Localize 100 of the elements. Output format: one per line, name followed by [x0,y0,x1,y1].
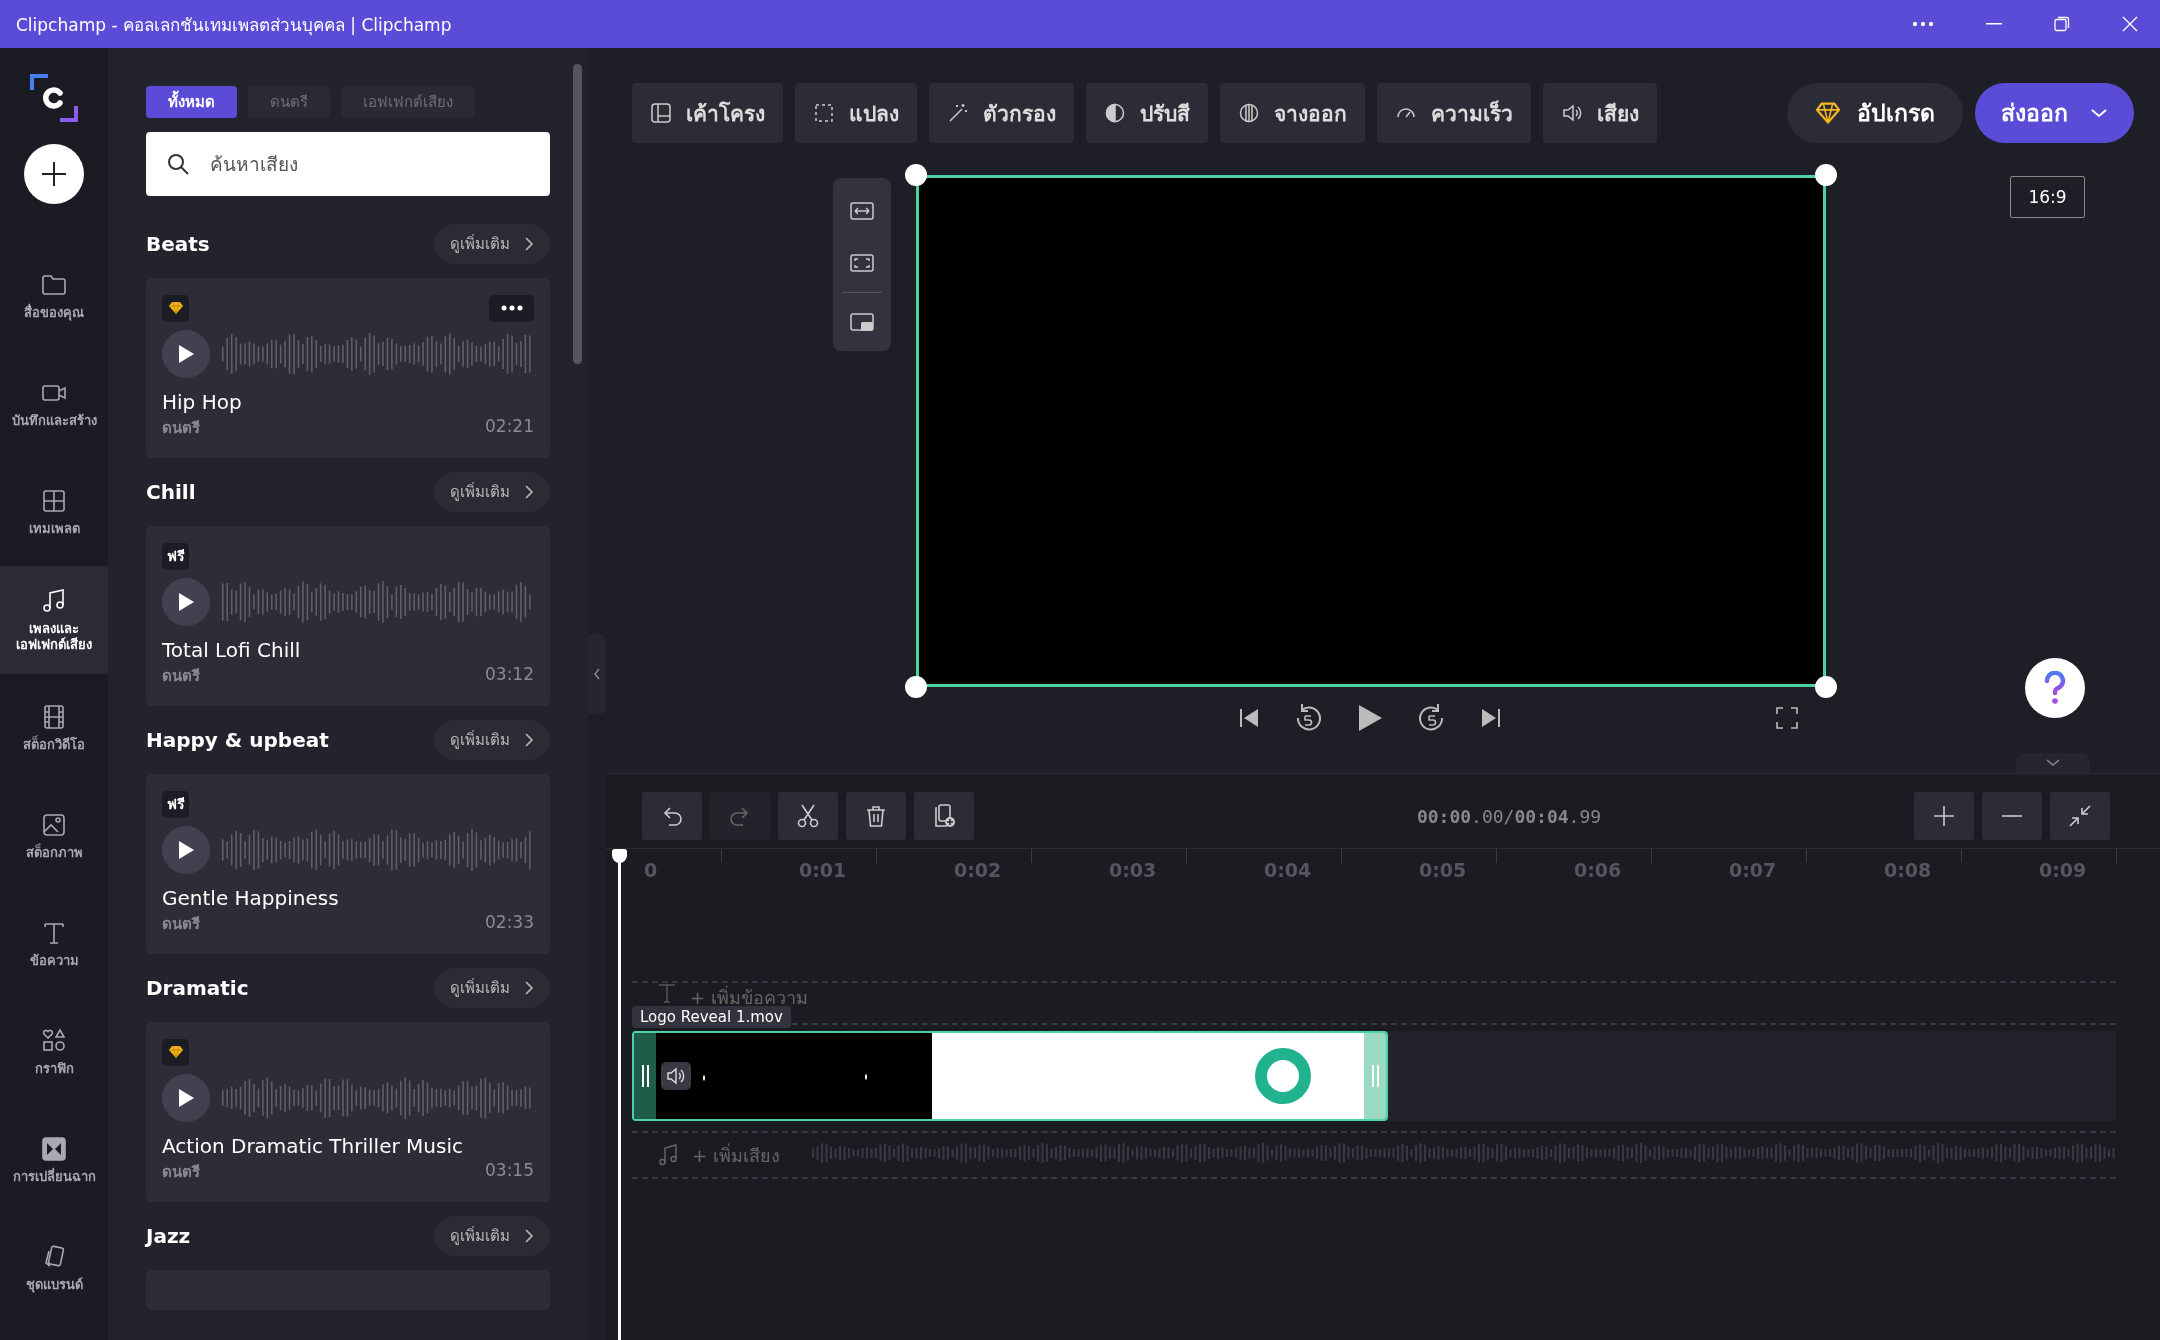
redo-icon [729,806,751,826]
fill-icon[interactable] [849,252,875,274]
ruler-label: 0:06 [1574,859,1622,881]
nav-item[interactable]: สื่อของคุณ [0,242,108,350]
more-icon[interactable] [1912,21,1934,27]
ruler-label: 0:03 [1109,859,1157,881]
zoom-in-button[interactable] [1914,792,1974,840]
track-card[interactable]: ฟรี Total Lofi Chill ดนตรี 03:12 [146,526,550,706]
play-button[interactable] [162,826,210,874]
search-field[interactable]: ค้นหาเสียง [146,132,550,196]
text-icon [658,983,676,1003]
ruler-label: 0:08 [1884,859,1932,881]
undo-button[interactable] [642,792,702,840]
nav-item[interactable]: ชุดแบรนด์ [0,1214,108,1322]
music-icon [658,1144,678,1166]
duplicate-button[interactable] [914,792,974,840]
logo-icon[interactable] [28,72,80,124]
split-button[interactable] [778,792,838,840]
play-icon[interactable] [1356,703,1384,733]
see-more-button[interactable]: ดูเพิ่มเติม [434,472,550,512]
track-card[interactable]: Hip Hop ดนตรี 02:21 [146,278,550,458]
track-duration: 02:21 [485,416,534,438]
section-title: Dramatic [146,976,249,1000]
diamond-icon [1815,102,1841,124]
track-card[interactable]: ฟรี Gentle Happiness ดนตรี 02:33 [146,774,550,954]
forward-5-icon[interactable] [1418,703,1446,733]
section-title: Beats [146,232,210,256]
play-icon [176,344,195,364]
resize-handle[interactable] [1815,164,1837,186]
trim-handle[interactable] [634,1033,656,1119]
section-title: Chill [146,480,196,504]
tool-button[interactable]: ความเร็ว [1377,83,1531,143]
volume-button[interactable] [661,1062,691,1090]
duplicate-icon [933,804,955,828]
collapse-arrows-icon [2069,805,2091,827]
play-button[interactable] [162,578,210,626]
nav-item[interactable]: สต็อกภาพ [0,782,108,890]
see-more-button[interactable]: ดูเพิ่มเติม [434,1216,550,1256]
nav-item[interactable]: เทมเพลต [0,458,108,566]
question-icon [2043,671,2067,705]
skip-back-icon[interactable] [1238,707,1260,729]
aspect-ratio-button[interactable]: 16:9 [2010,176,2085,218]
nav-item[interactable]: บันทึกและสร้าง [0,350,108,458]
track-duration: 03:15 [485,1160,534,1182]
window-title: Clipchamp - คอลเลกชันเทมเพลตส่วนบุคคล | Clipchamp [16,13,452,38]
tool-button[interactable]: ปรับสี [1086,83,1208,143]
resize-handle[interactable] [1815,676,1837,698]
resize-handle[interactable] [905,676,927,698]
ruler-label: 0 [644,859,658,881]
nav-item[interactable]: กราฟิก [0,998,108,1106]
trim-handle[interactable] [1364,1033,1386,1119]
see-more-button[interactable]: ดูเพิ่มเติม [434,224,550,264]
fullscreen-icon[interactable] [1776,707,1798,729]
close-icon[interactable] [2122,16,2138,32]
track-genre: ดนตรี [162,914,200,935]
rewind-5-icon[interactable] [1294,703,1322,733]
help-button[interactable] [2025,658,2085,718]
more-button[interactable] [489,294,534,322]
trash-icon [866,805,886,827]
skip-forward-icon[interactable] [1480,707,1502,729]
fit-timeline-button[interactable] [2050,792,2110,840]
see-more-button[interactable]: ดูเพิ่มเติม [434,720,550,760]
nav-label: สื่อของคุณ [23,305,85,321]
tool-button[interactable]: แปลง [795,83,917,143]
restore-icon[interactable] [2054,16,2070,32]
diamond-icon [167,1045,184,1059]
fade-icon [1238,102,1260,124]
chevron-down-icon [2046,759,2060,767]
play-button[interactable] [162,330,210,378]
color-icon [1104,102,1126,124]
fit-icon[interactable] [849,200,875,222]
tool-button[interactable]: จางออก [1220,83,1365,143]
tool-button[interactable]: เค้าโครง [632,83,783,143]
upgrade-button[interactable]: อัปเกรด [1787,83,1963,143]
nav-item[interactable]: การเปลี่ยนฉาก [0,1106,108,1214]
chevron-right-icon [524,1228,534,1244]
tool-button[interactable]: เสียง [1543,83,1657,143]
add-button[interactable] [24,144,84,204]
chevron-down-icon [2090,108,2108,118]
nav-item[interactable]: ข้อความ [0,890,108,998]
collapse-handle[interactable] [588,634,606,714]
nav-label: บันทึกและสร้าง [11,413,97,429]
minus-icon [2001,814,2023,818]
chevron-right-icon [524,980,534,996]
nav-item[interactable]: สต็อกวิดีโอ [0,674,108,782]
nav-label: กราฟิก [33,1061,75,1077]
picture-in-picture-icon[interactable] [849,311,875,333]
delete-button[interactable] [846,792,906,840]
nav-label: เพลงและเอฟเฟกต์เสียง [15,621,93,653]
filter-tab[interactable]: ทั้งหมด [146,86,237,118]
nav-label: สต็อกภาพ [24,845,84,861]
resize-handle[interactable] [905,164,927,186]
nav-item[interactable]: เพลงและเอฟเฟกต์เสียง [0,566,108,674]
track-card[interactable]: Action Dramatic Thriller Music ดนตรี 03:15 [146,1022,550,1202]
tool-button[interactable]: ตัวกรอง [929,83,1074,143]
scrollbar[interactable] [573,64,582,364]
filter-icon [947,102,969,124]
play-button[interactable] [162,1074,210,1122]
see-more-button[interactable]: ดูเพิ่มเติม [434,968,550,1008]
export-button[interactable]: ส่งออก [1975,83,2134,143]
